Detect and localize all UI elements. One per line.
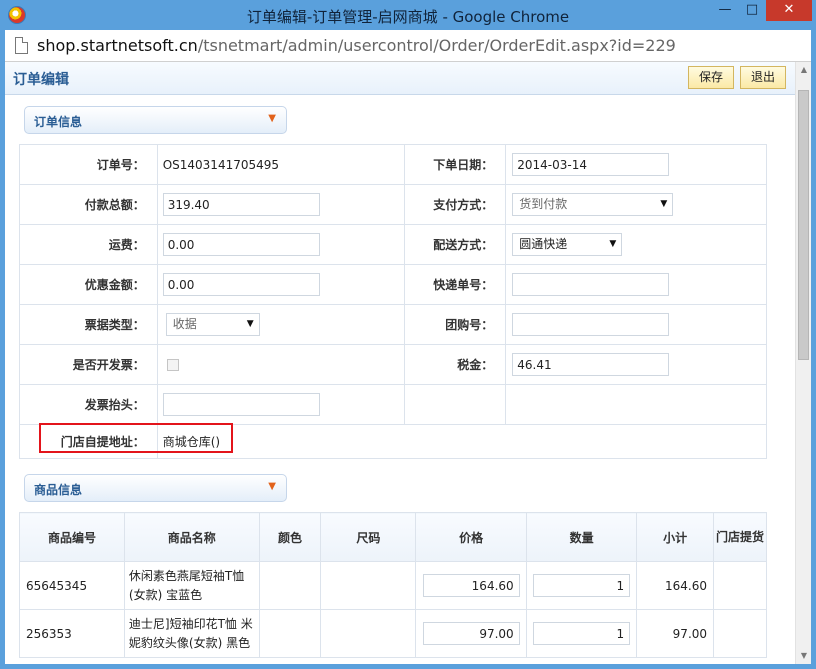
product-subtotal: 164.60 xyxy=(636,561,715,610)
address-bar[interactable]: shop.startnetsoft.cn/tsnetmart/admin/use… xyxy=(5,30,811,62)
table-row: 订单号： OS1403141705495 下单日期： xyxy=(19,144,767,185)
product-subtotal: 97.00 xyxy=(636,609,715,658)
col-color-header: 颜色 xyxy=(258,512,322,562)
tracking-label: 快递单号： xyxy=(404,264,507,305)
page-icon xyxy=(15,37,28,54)
page-viewport: 订单编辑 保存 退出 订单信息 ▼ 订单号： OS1403141705495 下… xyxy=(5,62,795,664)
col-code-header: 商品编号 xyxy=(19,512,125,562)
discount-input[interactable] xyxy=(162,273,320,296)
group-buy-input[interactable] xyxy=(512,313,670,336)
product-pickup xyxy=(713,609,767,658)
order-info-section-title: 订单信息 xyxy=(34,115,83,129)
ship-method-select[interactable]: 圆通快递 ▼ xyxy=(512,233,623,256)
order-info-section-toggle[interactable]: 订单信息 ▼ xyxy=(24,106,287,134)
col-qty-header: 数量 xyxy=(526,512,638,562)
exit-button[interactable]: 退出 xyxy=(740,66,786,89)
invoice-label: 是否开发票： xyxy=(19,344,158,385)
pay-method-select[interactable]: 货到付款 ▼ xyxy=(512,193,674,216)
pickup-highlight-box xyxy=(39,423,233,453)
quantity-input[interactable] xyxy=(533,574,631,597)
url-path: /tsnetmart/admin/usercontrol/Order/Order… xyxy=(197,36,676,55)
invoice-title-label: 发票抬头： xyxy=(19,384,158,425)
url-host: shop.startnetsoft.cn xyxy=(37,36,198,55)
product-code: 256353 xyxy=(19,609,125,658)
discount-label: 优惠金额： xyxy=(19,264,158,305)
price-input[interactable] xyxy=(422,622,520,645)
product-info-section-title: 商品信息 xyxy=(34,483,83,497)
table-row: 256353 迪士尼]短袖印花T恤 米妮豹纹头像(女款) 黑色 97.00 xyxy=(19,609,767,658)
table-row: 优惠金额： 快递单号： xyxy=(19,264,767,305)
order-info-table: 订单号： OS1403141705495 下单日期： 付款总额： 支付方式： 货… xyxy=(19,144,768,459)
maximize-button[interactable]: □ xyxy=(739,0,765,21)
order-date-label: 下单日期： xyxy=(404,144,507,185)
chevron-down-icon: ▼ xyxy=(268,113,276,124)
freight-label: 运费： xyxy=(19,224,158,265)
table-row: 付款总额： 支付方式： 货到付款 ▼ xyxy=(19,184,767,225)
order-date-input[interactable] xyxy=(512,153,670,176)
order-no-value: OS1403141705495 xyxy=(162,157,280,172)
url-text[interactable]: shop.startnetsoft.cn/tsnetmart/admin/use… xyxy=(37,36,676,55)
total-input[interactable] xyxy=(162,193,320,216)
table-row: 运费： 配送方式： 圆通快递 ▼ xyxy=(19,224,767,265)
freight-input[interactable] xyxy=(162,233,320,256)
dropdown-arrow-icon: ▼ xyxy=(609,239,617,249)
product-pickup xyxy=(713,561,767,610)
ship-method-label: 配送方式： xyxy=(404,224,507,265)
invoice-title-input[interactable] xyxy=(162,393,320,416)
receipt-type-label: 票据类型： xyxy=(19,304,158,345)
price-input[interactable] xyxy=(422,574,520,597)
scroll-down-arrow-icon[interactable]: ▼ xyxy=(796,648,812,664)
col-name-header: 商品名称 xyxy=(123,512,260,562)
table-row: 是否开发票： 税金： xyxy=(19,344,767,385)
receipt-type-value: 收据 xyxy=(172,317,197,331)
invoice-checkbox[interactable] xyxy=(166,359,179,371)
quantity-input[interactable] xyxy=(533,622,631,645)
tracking-input[interactable] xyxy=(512,273,670,296)
page-header: 订单编辑 保存 退出 xyxy=(5,62,795,95)
table-row: 发票抬头： xyxy=(19,384,767,425)
pickup-value: 商城仓库() xyxy=(156,424,768,459)
table-header-row: 商品编号 商品名称 颜色 尺码 价格 数量 小计 门店提货 xyxy=(19,512,767,562)
close-button[interactable]: ✕ xyxy=(766,0,812,21)
col-subtotal-header: 小计 xyxy=(636,512,715,562)
vertical-scrollbar[interactable]: ▲ ▼ xyxy=(795,62,811,664)
tax-label: 税金： xyxy=(404,344,507,385)
page-title: 订单编辑 xyxy=(13,72,69,88)
pay-method-value: 货到付款 xyxy=(519,197,568,211)
empty-cell xyxy=(404,384,507,425)
save-button[interactable]: 保存 xyxy=(688,66,734,89)
col-price-header: 价格 xyxy=(415,512,528,562)
window-title: 订单编辑-订单管理-启网商城 - Google Chrome xyxy=(246,8,570,26)
group-buy-label: 团购号： xyxy=(404,304,507,345)
product-name: 迪士尼]短袖印花T恤 米妮豹纹头像(女款) 黑色 xyxy=(123,609,260,658)
ship-method-value: 圆通快递 xyxy=(519,237,568,251)
table-row: 65645345 休闲素色燕尾短袖T恤(女款) 宝蓝色 164.60 xyxy=(19,561,767,610)
dropdown-arrow-icon: ▼ xyxy=(660,199,668,209)
product-size xyxy=(320,561,417,610)
receipt-type-select[interactable]: 收据 ▼ xyxy=(165,313,260,336)
product-table: 商品编号 商品名称 颜色 尺码 价格 数量 小计 门店提货 65645345 休… xyxy=(19,512,767,658)
scrollbar-thumb[interactable] xyxy=(798,90,809,360)
col-size-header: 尺码 xyxy=(320,512,417,562)
product-name: 休闲素色燕尾短袖T恤(女款) 宝蓝色 xyxy=(123,561,260,610)
product-size xyxy=(320,609,417,658)
product-color xyxy=(258,561,322,610)
pay-method-label: 支付方式： xyxy=(404,184,507,225)
col-pickup-header: 门店提货 xyxy=(713,512,767,562)
dropdown-arrow-icon: ▼ xyxy=(246,319,254,329)
minimize-button[interactable]: — xyxy=(712,0,738,21)
tax-input[interactable] xyxy=(512,353,670,376)
table-row: 票据类型： 收据 ▼ 团购号： xyxy=(19,304,767,345)
order-no-label: 订单号： xyxy=(19,144,158,185)
total-label: 付款总额： xyxy=(19,184,158,225)
empty-cell xyxy=(505,384,767,425)
scroll-up-arrow-icon[interactable]: ▲ xyxy=(796,62,812,78)
product-color xyxy=(258,609,322,658)
product-info-section-toggle[interactable]: 商品信息 ▼ xyxy=(24,474,287,502)
product-code: 65645345 xyxy=(19,561,125,610)
window-titlebar: 订单编辑-订单管理-启网商城 - Google Chrome — □ ✕ xyxy=(0,0,816,30)
chevron-down-icon: ▼ xyxy=(268,481,276,492)
